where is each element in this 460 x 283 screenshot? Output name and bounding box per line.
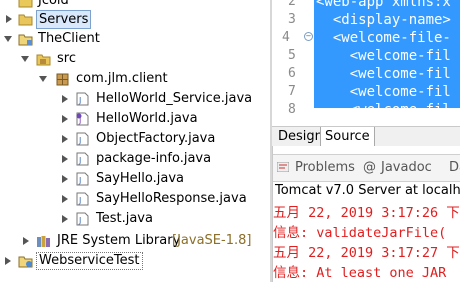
- tab-problems[interactable]: Problems: [276, 160, 355, 175]
- tree-item-java-file[interactable]: J Test.java: [0, 209, 270, 229]
- tree-item-java-file[interactable]: J HelloWorld_Service.java: [0, 89, 270, 109]
- tree-item-label: SayHelloResponse.java: [96, 191, 247, 206]
- code-line: <web-app xmlns:x: [316, 0, 451, 10]
- code-line: <welcome-file-: [316, 30, 451, 46]
- expand-arrow-icon[interactable]: [62, 115, 68, 123]
- expand-arrow-icon[interactable]: [62, 175, 68, 183]
- line-number: 8: [288, 102, 296, 117]
- expand-arrow-icon[interactable]: [5, 257, 11, 265]
- code-line: <welcome-fil: [316, 102, 451, 118]
- expand-arrow-icon[interactable]: [62, 195, 68, 203]
- tree-item-label: SayHello.java: [96, 171, 185, 186]
- library-icon: [36, 234, 51, 248]
- project-icon: [18, 254, 33, 268]
- java-file-icon: J: [75, 192, 90, 206]
- java-file-icon: J: [75, 92, 90, 106]
- svg-text:J: J: [78, 96, 81, 105]
- line-number: 7: [288, 84, 296, 99]
- project-icon: [18, 32, 33, 46]
- tree-item-webservicetest[interactable]: WebserviceTest: [0, 251, 270, 271]
- code-line: <welcome-fil: [316, 84, 451, 100]
- expand-arrow-icon[interactable]: [62, 95, 68, 103]
- view-tabs: Problems @ Javadoc Data: [273, 154, 460, 182]
- at-icon: @: [363, 160, 376, 175]
- fold-toggle-icon[interactable]: −: [304, 32, 313, 41]
- console-title: Tomcat v7.0 Server at localhost: [275, 183, 460, 198]
- svg-text:J: J: [78, 156, 81, 165]
- code-line: <welcome-fil: [316, 48, 451, 64]
- tree-item-theclient[interactable]: TheClient: [0, 29, 270, 49]
- line-number: 4: [282, 30, 290, 45]
- console-line: 五月 22, 2019 3:17:27 下: [273, 245, 460, 261]
- tree-item-label: Servers: [36, 10, 92, 29]
- tree-item-label: HelloWorld_Service.java: [96, 91, 253, 106]
- line-number: 5: [288, 48, 296, 63]
- line-number: 6: [288, 66, 296, 81]
- editor-mode-tabs: Design Source: [272, 126, 460, 147]
- collapse-arrow-icon[interactable]: [39, 76, 47, 82]
- svg-text:J: J: [78, 216, 81, 225]
- expand-arrow-icon[interactable]: [62, 215, 68, 223]
- package-icon: [55, 72, 70, 86]
- tree-item-java-file[interactable]: J ObjectFactory.java: [0, 129, 270, 149]
- tree-item-package[interactable]: com.jlm.client: [0, 69, 270, 89]
- tree-item-label: ObjectFactory.java: [96, 131, 216, 146]
- collapse-arrow-icon[interactable]: [4, 36, 12, 42]
- package-folder-icon: [36, 52, 51, 66]
- tree-item-java-file[interactable]: J package-info.java: [0, 149, 270, 169]
- console-panel: Problems @ Javadoc Data Tomcat v7.0 Serve…: [272, 146, 460, 282]
- collapse-arrow-icon[interactable]: [21, 56, 29, 62]
- project-icon: [18, 0, 33, 8]
- line-number: 3: [288, 12, 296, 27]
- svg-text:J: J: [78, 136, 81, 145]
- tab-label: Data: [449, 160, 460, 175]
- tab-javadoc[interactable]: @ Javadoc: [363, 160, 432, 175]
- tree-item-label: WebserviceTest: [36, 252, 143, 270]
- svg-text:J: J: [78, 196, 81, 205]
- tab-source[interactable]: Source: [320, 127, 375, 147]
- java-interface-file-icon: J: [75, 112, 90, 126]
- console-line: 五月 22, 2019 3:17:26 下: [273, 205, 460, 221]
- tree-item-label: HelloWorld.java: [96, 111, 198, 126]
- line-number-gutter: 2 3 4 5 6 7 8 −: [272, 0, 315, 117]
- expand-arrow-icon[interactable]: [6, 15, 12, 23]
- java-file-icon: J: [75, 132, 90, 146]
- tree-item-label: JRE System Library: [57, 233, 181, 248]
- problems-icon: [276, 161, 290, 173]
- tree-item-servers[interactable]: Servers: [0, 9, 270, 29]
- tab-label: Javadoc: [381, 160, 432, 175]
- tree-item-label: Test.java: [96, 211, 153, 226]
- tab-label: Problems: [295, 160, 355, 175]
- line-number: 2: [288, 0, 296, 9]
- tab-design[interactable]: Design: [274, 127, 327, 146]
- code-line: <display-name>: [316, 12, 451, 28]
- expand-arrow-icon[interactable]: [62, 135, 68, 143]
- svg-text:J: J: [78, 176, 81, 185]
- tree-item-label: TheClient: [38, 31, 100, 46]
- expand-arrow-icon[interactable]: [23, 237, 29, 245]
- tree-item-jre-library[interactable]: JRE System Library [JavaSE-1.8]: [0, 231, 270, 251]
- xml-editor[interactable]: 2 3 4 5 6 7 8 − <web-app xmlns:x <displa…: [272, 0, 460, 126]
- java-file-icon: J: [75, 212, 90, 226]
- code-line: <welcome-fil: [316, 66, 451, 82]
- folder-icon: [18, 12, 33, 26]
- project-explorer: Jcold Servers TheClient src com.jlm.clie…: [0, 0, 272, 282]
- tree-item-src[interactable]: src: [0, 49, 270, 69]
- tree-item-java-file[interactable]: J HelloWorld.java: [0, 109, 270, 129]
- console-line: 信息: At least one JAR: [273, 265, 447, 281]
- expand-arrow-icon[interactable]: [62, 155, 68, 163]
- tree-item-label: com.jlm.client: [76, 71, 168, 86]
- tree-item-java-file[interactable]: J SayHello.java: [0, 169, 270, 189]
- console-line: 信息: validateJarFile(: [273, 225, 447, 241]
- tree-item-label: src: [57, 51, 76, 66]
- tab-data[interactable]: Data: [449, 160, 460, 175]
- tree-item-java-file[interactable]: J SayHelloResponse.java: [0, 189, 270, 209]
- tree-item-decoration: [JavaSE-1.8]: [172, 233, 252, 248]
- java-file-icon: J: [75, 172, 90, 186]
- java-file-icon: J: [75, 152, 90, 166]
- tree-item-label: package-info.java: [96, 151, 212, 166]
- code-selection[interactable]: <web-app xmlns:x <display-name> <welcome…: [314, 0, 460, 118]
